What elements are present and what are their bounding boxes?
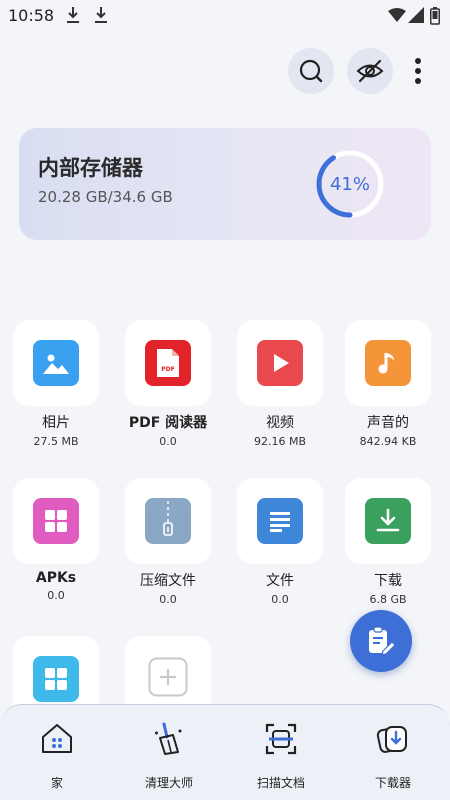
category-size: 0.0 <box>159 435 177 448</box>
nav-label: 清理大师 <box>144 776 193 790</box>
downloader-icon <box>371 717 415 761</box>
category-tile[interactable] <box>13 320 99 406</box>
more-vert-icon <box>415 58 421 84</box>
apps-grid-icon <box>33 498 79 544</box>
category-tile[interactable]: PDF <box>125 320 211 406</box>
category-tile[interactable] <box>237 320 323 406</box>
category-label: 文件 <box>266 573 294 589</box>
category-pdf[interactable]: PDF PDF 阅读器 0.0 <box>114 320 222 448</box>
category-tile[interactable] <box>345 478 431 564</box>
nav-item-home[interactable]: 家 <box>12 717 102 791</box>
edit-fab-button[interactable] <box>350 610 412 672</box>
search-button[interactable] <box>288 48 334 94</box>
pdf-icon: PDF <box>145 340 191 386</box>
music-note-icon <box>365 340 411 386</box>
category-label: 下载 <box>374 573 402 589</box>
nav-label: 家 <box>50 776 63 790</box>
status-bar: 10:58 <box>0 0 450 32</box>
category-label: 相片 <box>42 415 70 431</box>
category-video[interactable]: 视频 92.16 MB <box>226 320 334 448</box>
category-size: 0.0 <box>47 589 65 602</box>
scan-icon <box>259 717 303 761</box>
nav-label: 扫描文档 <box>256 776 305 790</box>
bottom-navigation: 家 清理大师 扫描文档 下载器 <box>0 704 450 800</box>
download-icon <box>365 498 411 544</box>
category-archives[interactable]: 压缩文件 0.0 <box>114 478 222 606</box>
category-tile[interactable] <box>345 320 431 406</box>
add-icon <box>148 657 188 701</box>
more-menu-button[interactable] <box>404 52 432 90</box>
category-tile[interactable] <box>237 478 323 564</box>
broom-icon <box>147 717 191 761</box>
category-label: 压缩文件 <box>140 573 196 589</box>
wifi-icon <box>388 8 406 22</box>
clipboard-edit-icon <box>369 626 396 656</box>
category-photos[interactable]: 相片 27.5 MB <box>2 320 110 448</box>
category-label: 视频 <box>266 415 294 431</box>
category-downloads[interactable]: 下载 6.8 GB <box>334 478 442 606</box>
category-size: 842.94 KB <box>359 435 417 448</box>
nav-item-scan-document[interactable]: 扫描文档 <box>236 717 326 791</box>
internal-storage-card[interactable]: 内部存储器 20.28 GB/34.6 GB 41% <box>19 128 431 240</box>
download-status-icon <box>95 7 107 23</box>
category-audio[interactable]: 声音的 842.94 KB <box>334 320 442 448</box>
category-size: 0.0 <box>271 593 289 606</box>
hide-files-button[interactable] <box>347 48 393 94</box>
play-icon <box>257 340 303 386</box>
image-icon <box>33 340 79 386</box>
storage-percent: 41% <box>329 173 370 195</box>
nav-label: 下载器 <box>374 776 411 790</box>
category-documents[interactable]: 文件 0.0 <box>226 478 334 606</box>
storage-usage: 20.28 GB/34.6 GB <box>38 188 173 206</box>
storage-progress-ring: 41% <box>315 149 385 219</box>
home-icon <box>35 717 79 761</box>
svg-text:PDF: PDF <box>161 366 174 373</box>
category-label: 声音的 <box>367 415 409 431</box>
category-size: 92.16 MB <box>253 435 307 448</box>
category-tile[interactable] <box>13 478 99 564</box>
status-time: 10:58 <box>8 6 55 25</box>
download-status-icon <box>67 7 79 23</box>
nav-item-downloader[interactable]: 下载器 <box>348 717 438 791</box>
apps-grid-icon <box>33 656 79 702</box>
document-icon <box>257 498 303 544</box>
storage-title: 内部存储器 <box>38 156 143 180</box>
battery-icon <box>430 7 440 25</box>
zip-icon <box>145 498 191 544</box>
category-apks[interactable]: APKs 0.0 <box>2 478 110 602</box>
category-size: 27.5 MB <box>33 435 79 448</box>
category-tile[interactable] <box>125 478 211 564</box>
eye-off-icon <box>356 59 384 83</box>
signal-icon <box>408 7 424 23</box>
search-icon <box>299 59 323 83</box>
category-size: 0.0 <box>159 593 177 606</box>
category-label: PDF 阅读器 <box>128 415 208 431</box>
category-label: APKs <box>35 570 77 586</box>
nav-item-cleaner[interactable]: 清理大师 <box>124 717 214 791</box>
category-size: 6.8 GB <box>369 593 407 606</box>
